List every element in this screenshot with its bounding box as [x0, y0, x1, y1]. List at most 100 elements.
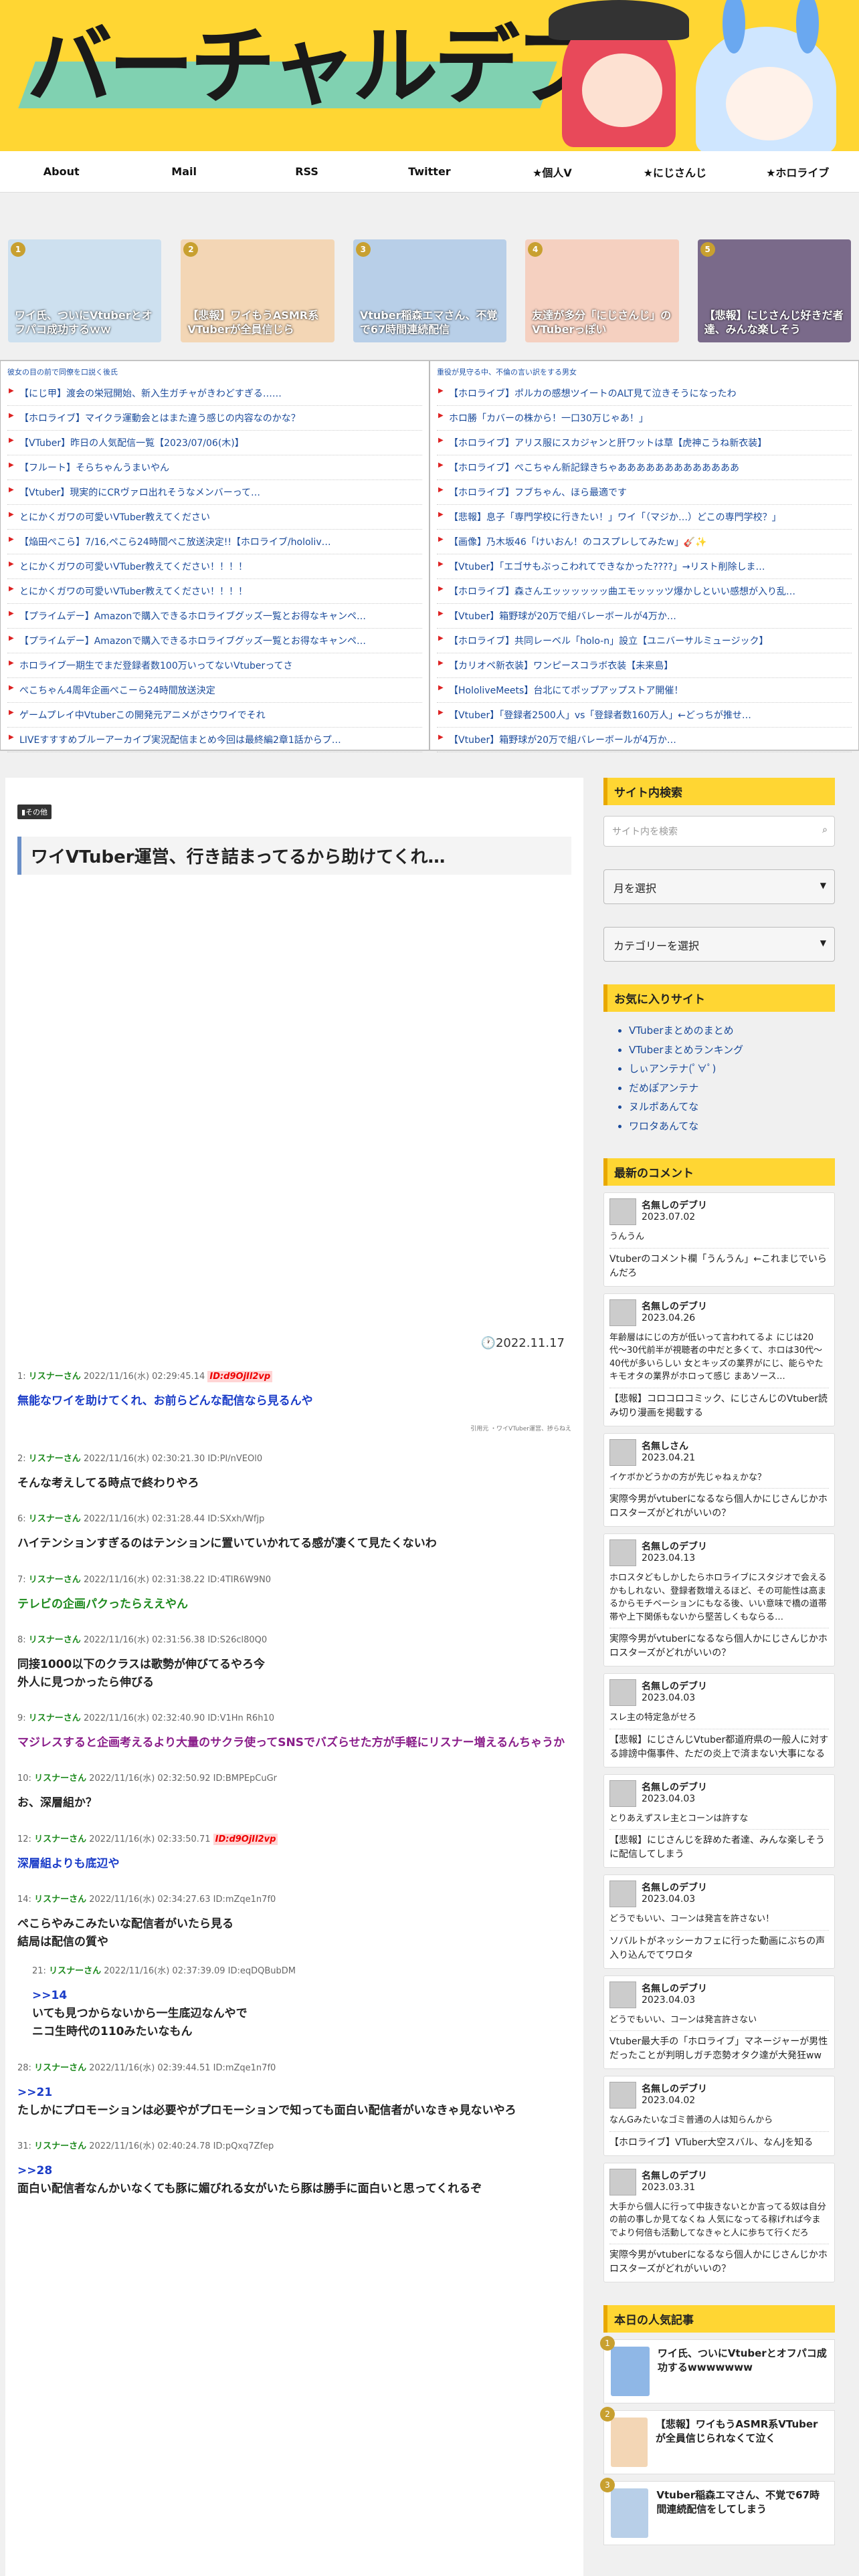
post: 31: リスナーさん 2022/11/16(水) 02:40:24.78 ID:… — [17, 2139, 571, 2198]
feed-item[interactable]: LIVEすすすめブルーアーカイブ実況配信まとめ今回は最終編2章1話からプ… — [7, 728, 422, 752]
post-no: 12: — [17, 1834, 31, 1844]
feed-item[interactable]: 【ホロライブ】マイクラ運動会とはまた違う感じの内容なのかな？ — [7, 406, 422, 431]
featured-thumb[interactable]: 1 ワイ氏、ついにVtuberとオフパコ成功するｗｗ — [8, 239, 162, 342]
feed-item[interactable]: ゲームプレイ中Vtuberこの開発元アニメがさウワイでそれ — [7, 703, 422, 728]
post-meta: 2022/11/16(水) 02:32:50.92 ID:BMPEpCuGr — [89, 1774, 278, 1784]
feed-item[interactable]: 【VTuber】昨日の人気配信一覧【2023/07/06(木)】 — [7, 431, 422, 455]
featured-thumb[interactable]: 4 友達が多分「にじさんじ」のVTuberっぽい — [525, 239, 679, 342]
feed-item[interactable]: 【ホロライブ】アリス服にスカジャンと肝ワットは草【虎神こうね新衣装】 — [437, 431, 852, 455]
nav-nijisanji[interactable]: ★にじさんじ — [613, 151, 736, 192]
feed-item[interactable]: 【ホロライブ】ポルカの感想ツイートのALT見て泣きそうになったわ — [437, 381, 852, 406]
feed-item[interactable]: ぺこちゃん4周年企画ぺこーら24時間放送決定 — [7, 678, 422, 703]
comment-date: 2023.04.03 — [642, 1693, 696, 1703]
feed-item[interactable]: ホロライブ一期生でまだ登録者数100万いってないVtuberってさ — [7, 653, 422, 678]
post-no: 7: — [17, 1574, 26, 1585]
comment-article-link[interactable]: 【悲報】にじさんじVtuber都道府県の一般人に対する誹謗中傷事件、ただの炎上で… — [609, 1733, 829, 1761]
site-header[interactable]: バーチャルデブリ — [0, 0, 859, 151]
fav-link[interactable]: だめぽアンテナ — [629, 1079, 835, 1098]
feed-left: 彼女の目の前で同僚を口説く後氏 【にじ甲】渡会の栄冠開始、新入生ガチャがきわどす… — [0, 360, 430, 752]
feed-item[interactable]: 【ホロライブ】森さんエッッッッッッ曲エモッッッツ爆かしといい感想が入り乱… — [437, 579, 852, 604]
poster-name: リスナーさん — [34, 1894, 87, 1905]
category-tag[interactable]: ▮その他 — [17, 804, 52, 819]
feed-item[interactable]: 【悲報】息子「専門学校に行きたい！」ワイ「（マジか…）どこの専門学校？」 — [437, 505, 852, 530]
feed-item[interactable]: 【Vtuber】箱野球が20万で組バレーボールが4万か… — [437, 728, 852, 752]
comment-card[interactable]: 名無しのデブリ 2023.04.03 どうでもいい、コーンは発言許さない Vtuber… — [603, 1975, 835, 2069]
popular-item[interactable]: 2 【悲報】ワイもうASMR系VTuberが全員信じられなくて泣く — [600, 2407, 835, 2474]
reply-anchor[interactable]: >>21 — [17, 2084, 571, 2102]
avatar — [609, 2082, 636, 2109]
comment-card[interactable]: 名無しのデブリ 2023.04.03 とりあえずスレ主とコーンは許すな 【悲報】にじさ… — [603, 1774, 835, 1868]
comment-article-link[interactable]: 【ホロライブ】VTuber大空スバル、なんJを知る — [609, 2136, 829, 2150]
feed-item[interactable]: ホロ勝「カバーの株から！一口30万じゃあ！」 — [437, 406, 852, 431]
feed-item[interactable]: 【フルート】そらちゃんうまいやん — [7, 455, 422, 480]
nav-kojin-v[interactable]: ★個人V — [491, 151, 613, 192]
comment-card[interactable]: 名無しのデブリ 2023.04.03 どうでもいい、コーンは発言を許さない！ ソバルト… — [603, 1874, 835, 1969]
feed-item[interactable]: 【カリオペ新衣装】ワンピースコラボ衣装【未来島】 — [437, 653, 852, 678]
feed-item[interactable]: 【Vtuber】箱野球が20万で組バレーボールが4万か… — [437, 604, 852, 629]
comment-card[interactable]: 名無しのデブリ 2023.04.13 ホロスタどもしかしたらホロライブにスタジオで会… — [603, 1533, 835, 1667]
reply-anchor[interactable]: >>28 — [17, 2162, 571, 2180]
feed-header-link[interactable]: 彼女の目の前で同僚を口説く後氏 — [7, 366, 422, 377]
feed-item[interactable]: 【ホロライブ】フブちゃん、ほら最適です — [437, 480, 852, 505]
comment-card[interactable]: 名無しのデブリ 2023.07.02 うんうん Vtuberのコメント欄「うんうん」←… — [603, 1192, 835, 1287]
post-no: 8: — [17, 1634, 26, 1645]
popular-item[interactable]: 1 ワイ氏、ついにVtuberとオフパコ成功するwwwwwww — [600, 2336, 835, 2403]
feed-item[interactable]: とにかくガワの可愛いVTuber教えてください — [7, 505, 422, 530]
nav-rss[interactable]: RSS — [246, 151, 368, 192]
comment-article-link[interactable]: Vtuber最大手の「ホロライブ」マネージャーが男性だったことが判明しガチ恋勢オ… — [609, 2035, 829, 2063]
comment-card[interactable]: 名無しのデブリ 2023.04.26 年齢層はにじの方が低いって言われてるよ にじは… — [603, 1293, 835, 1426]
post-header: 7: リスナーさん 2022/11/16(水) 02:31:38.22 ID:4… — [17, 1572, 571, 1585]
feed-item[interactable]: 【ホロライブ】共同レーベル「holo-n」設立【ユニバーサルミュージック】 — [437, 629, 852, 653]
featured-thumb[interactable]: 5 【悲報】にじさんじ好きだ者達、みんな楽しそう — [697, 239, 852, 342]
comment-card[interactable]: 名無しさん 2023.04.21 イケボかどうかの方が先じゃねぇかな？ 実際今男がvt… — [603, 1432, 835, 1527]
comment-card[interactable]: 名無しのデブリ 2023.04.02 なんGみたいなゴミ普通の人は知らんから 【ホロラ… — [603, 2076, 835, 2156]
comment-card[interactable]: 名無しのデブリ 2023.03.31 大手から個人に行って中抜きないとか言ってる奴は… — [603, 2162, 835, 2282]
post-no: 6: — [17, 1514, 26, 1525]
search-input[interactable]: サイト内を検索 ⌕ — [603, 816, 835, 847]
reply-anchor[interactable]: >>14 — [32, 1987, 571, 2005]
post: 12: リスナーさん 2022/11/16(水) 02:33:50.71 ID:… — [17, 1832, 571, 1873]
source-note[interactable]: 引用元 ・ワイVTuber運営、捗らねえ — [17, 1424, 571, 1432]
fav-link[interactable]: ヌルポあんてな — [629, 1097, 835, 1117]
feed-item[interactable]: 【HololiveMeets】台北にてポップアップストア開催！ — [437, 678, 852, 703]
post: 8: リスナーさん 2022/11/16(水) 02:31:56.38 ID:S… — [17, 1632, 571, 1692]
feed-item[interactable]: とにかくガワの可愛いVTuber教えてください！！！！ — [7, 554, 422, 579]
feed-item[interactable]: 【プライムデー】Amazonで購入できるホロライブグッズ一覧とお得なキャンペ… — [7, 604, 422, 629]
month-select[interactable]: 月を選択 ▼ — [603, 869, 835, 904]
feed-item[interactable]: 【にじ甲】渡会の栄冠開始、新入生ガチャがきわどすぎる…… — [7, 381, 422, 406]
feed-item[interactable]: 【Vtuber】「登録者2500人」vs「登録者数160万人」←どっちが推せ… — [437, 703, 852, 728]
comment-article-link[interactable]: 【悲報】にじさんじを辞めた者達、みんな楽しそうに配信してしまう — [609, 1834, 829, 1862]
comment-article-link[interactable]: Vtuberのコメント欄「うんうん」←これまじでいらんだろ — [609, 1253, 829, 1281]
nav-about[interactable]: About — [0, 151, 122, 192]
category-select[interactable]: カテゴリーを選択 ▼ — [603, 927, 835, 962]
featured-thumb[interactable]: 3 Vtuber稲森エマさん、不覚で67時間連続配信 — [353, 239, 507, 342]
feed-right: 重役が見守る中、不倫の言い訳をする男女 【ホロライブ】ポルカの感想ツイートのAL… — [430, 360, 859, 752]
popular-item[interactable]: 3 Vtuber稲森エマさん、不覚で67時間連続配信をしてしまう — [600, 2478, 835, 2545]
feed-item[interactable]: 【プライムデー】Amazonで購入できるホロライブグッズ一覧とお得なキャンペ… — [7, 629, 422, 653]
fav-link[interactable]: VTuberまとめのまとめ — [629, 1021, 835, 1041]
feed-item[interactable]: 【画像】乃木坂46「けいおん！のコスプレしてみたw」🎸✨ — [437, 530, 852, 554]
feed-item[interactable]: 【Vtuber】「エゴサもぶっこわれてできなかった????」→リスト削除しま… — [437, 554, 852, 579]
feed-item[interactable]: 【焔田ぺこら】7/16,ペこら24時間ぺこ放送決定!!【ホロライブ/hololi… — [7, 530, 422, 554]
feed-item[interactable]: とにかくガワの可愛いVTuber教えてください！！！！ — [7, 579, 422, 604]
nav-hololive[interactable]: ★ホロライブ — [737, 151, 859, 192]
comment-card[interactable]: 名無しのデブリ 2023.04.03 スレ主の特定急がせろ 【悲報】にじさんじVtub… — [603, 1673, 835, 1767]
feed-item[interactable]: 【Vtuber】現実的にCRヴァロ出れそうなメンバーって… — [7, 480, 422, 505]
comment-article-link[interactable]: 実際今男がvtuberになるなら個人かにじさんじかホロスターズがどれがいいの？ — [609, 1632, 829, 1660]
comment-article-link[interactable]: 実際今男がvtuberになるなら個人かにじさんじかホロスターズがどれがいいの？ — [609, 1493, 829, 1521]
search-icon[interactable]: ⌕ — [822, 825, 828, 835]
nested-post: 21: リスナーさん 2022/11/16(水) 02:37:39.09 ID:… — [32, 1963, 571, 2042]
rank-badge: 1 — [600, 2336, 615, 2351]
feed-item[interactable]: 【ホロライブ】ぺこちゃん新記録きちゃあああああああああああああ — [437, 455, 852, 480]
chevron-down-icon: ▼ — [820, 938, 826, 948]
fav-link[interactable]: しぃアンテナ(ﾟ∀ﾟ) — [629, 1059, 835, 1079]
feed-header-link[interactable]: 重役が見守る中、不倫の言い訳をする男女 — [437, 366, 852, 377]
fav-link[interactable]: ワロタあんてな — [629, 1117, 835, 1136]
comment-article-link[interactable]: 【悲報】コロコロコミック、にじさんじのVtuber読み切り漫画を掲載する — [609, 1392, 829, 1420]
comment-article-link[interactable]: ソバルトがネッシーカフェに行った動画にぶちの声入り込んでてワロタ — [609, 1935, 829, 1963]
featured-thumb[interactable]: 2 【悲報】ワイもうASMR系VTuberが全員信じら — [181, 239, 335, 342]
comment-article-link[interactable]: 実際今男がvtuberになるなら個人かにじさんじかホロスターズがどれがいいの？ — [609, 2248, 829, 2276]
nav-twitter[interactable]: Twitter — [368, 151, 490, 192]
nav-mail[interactable]: Mail — [122, 151, 245, 192]
fav-link[interactable]: VTuberまとめランキング — [629, 1041, 835, 1060]
